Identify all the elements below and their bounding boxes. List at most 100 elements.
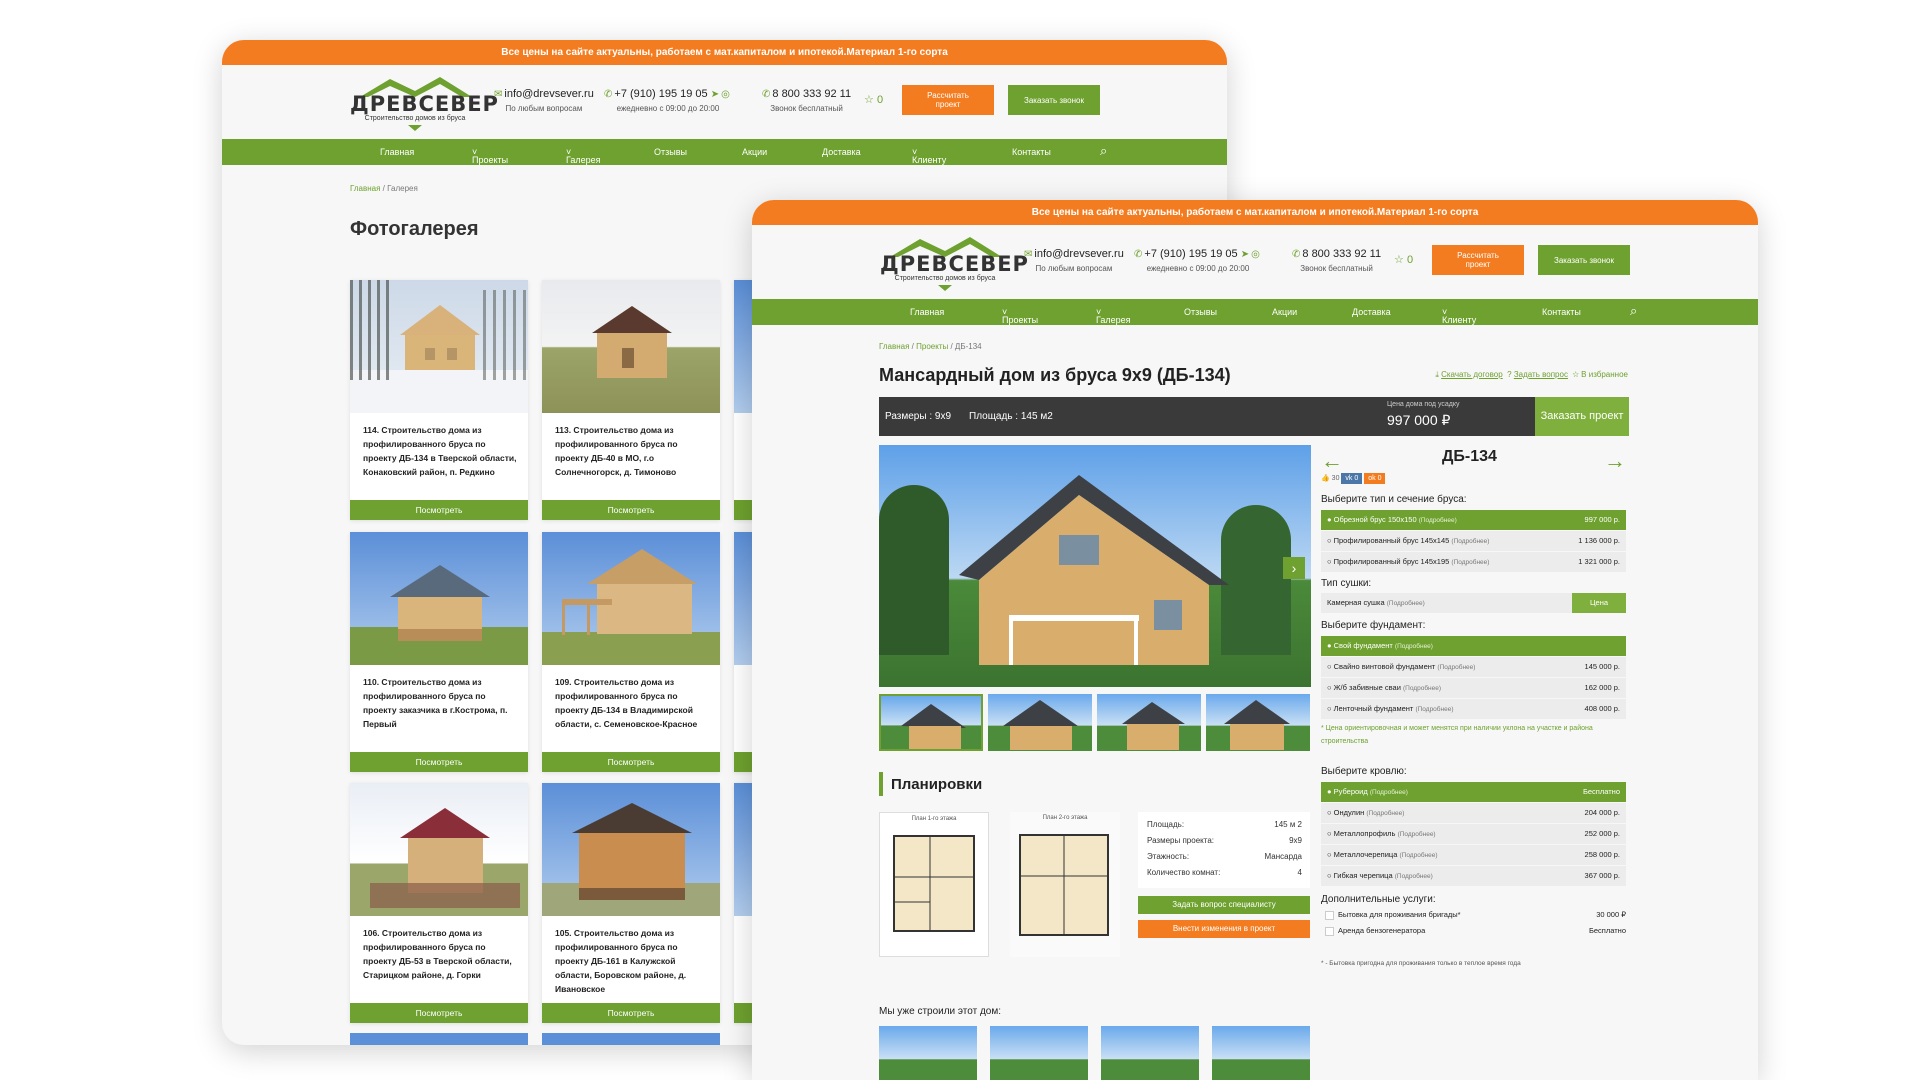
view-button[interactable]: Посмотреть [350, 500, 528, 520]
gallery-photo[interactable] [542, 280, 720, 413]
roof-option[interactable]: ○ Гибкая черепица (Подробнее) 367 000 р. [1321, 866, 1626, 886]
nav-item-promo[interactable]: Акции [1272, 307, 1297, 317]
nav-item-reviews[interactable]: Отзывы [654, 147, 687, 157]
nav-item-promo[interactable]: Акции [742, 147, 767, 157]
calc-project-button[interactable]: Рассчитать проект [1432, 245, 1524, 275]
dry-price-button[interactable]: Цена [1572, 593, 1626, 613]
favorites-counter[interactable]: ☆ 0 [1394, 253, 1413, 266]
roof-option[interactable]: ○ Ондулин (Подробнее) 204 000 р. [1321, 803, 1626, 823]
built-photo[interactable] [1101, 1026, 1199, 1080]
email-contact[interactable]: ✉ info@drevsever.ru По любым вопросам [494, 87, 594, 116]
view-button[interactable]: Посмотреть [350, 1003, 528, 1023]
photo-thumbnail[interactable] [1206, 694, 1310, 751]
nav-item-gallery[interactable]: Галерея ˅ [1096, 307, 1131, 325]
whatsapp-icon[interactable]: ◎ [1251, 249, 1260, 260]
order-project-button[interactable]: Заказать проект [1535, 397, 1629, 436]
nav-item-gallery[interactable]: Галерея ˅ [566, 147, 601, 165]
view-button[interactable]: Посмотреть [542, 500, 720, 520]
like-icon[interactable]: 👍 [1321, 475, 1330, 482]
built-photo[interactable] [879, 1026, 977, 1080]
gallery-card[interactable] [542, 1033, 720, 1045]
nav-item-home[interactable]: Главная [380, 147, 414, 157]
foundation-option[interactable]: ○ Ленточный фундамент (Подробнее) 408 000… [1321, 699, 1626, 719]
gallery-card[interactable]: 109. Строительство дома из профилированн… [542, 532, 720, 772]
gallery-card[interactable]: 106. Строительство дома из профилированн… [350, 783, 528, 1023]
gallery-photo[interactable] [542, 783, 720, 916]
ask-question-link[interactable]: Задать вопрос [1514, 370, 1568, 379]
ask-specialist-button[interactable]: Задать вопрос специалисту [1138, 896, 1310, 914]
built-photo[interactable] [1212, 1026, 1310, 1080]
site-logo[interactable]: ДРЕВСЕВЕР Строительство домов из бруса [350, 75, 498, 135]
request-changes-button[interactable]: Внести изменения в проект [1138, 920, 1310, 938]
checkbox[interactable] [1325, 926, 1334, 936]
nav-item-client[interactable]: Клиенту ˅ [912, 147, 946, 165]
dry-option[interactable]: Камерная сушка (Подробнее) Цена [1321, 593, 1626, 613]
download-contract-link[interactable]: Скачать договор [1441, 370, 1503, 379]
gallery-card[interactable]: 113. Строительство дома из профилированн… [542, 280, 720, 520]
gallery-card[interactable] [350, 1033, 528, 1045]
extra-option[interactable]: Аренда бензогенератора Бесплатно [1321, 926, 1626, 941]
telegram-icon[interactable]: ➤ [711, 89, 719, 100]
order-call-button[interactable]: Заказать звонок [1538, 245, 1630, 275]
ok-share-button[interactable]: ok 0 [1364, 473, 1386, 484]
foundation-option[interactable]: ○ Свайно винтовой фундамент (Подробнее) 1… [1321, 657, 1626, 677]
gallery-photo[interactable] [350, 532, 528, 665]
crumb-home[interactable]: Главная [350, 184, 380, 193]
search-icon[interactable]: ⌕ [1630, 303, 1637, 319]
nav-item-contacts[interactable]: Контакты [1012, 147, 1051, 157]
whatsapp-icon[interactable]: ◎ [721, 89, 730, 100]
phone1-contact[interactable]: ✆ +7 (910) 195 19 05 ➤ ◎ ежедневно с 09:00… [1134, 247, 1262, 276]
floor-plan-1[interactable]: План 1-го этажа [879, 812, 989, 957]
foundation-option[interactable]: ○ Ж/б забивные сваи (Подробнее) 162 000 р… [1321, 678, 1626, 698]
foundation-option[interactable]: ● Свой фундамент (Подробнее) [1321, 636, 1626, 656]
phone2-contact[interactable]: ✆ 8 800 333 92 11 Звонок бесплатный [1292, 247, 1381, 276]
view-button[interactable]: Посмотреть [542, 1003, 720, 1023]
nav-item-delivery[interactable]: Доставка [822, 147, 861, 157]
calc-project-button[interactable]: Рассчитать проект [902, 85, 994, 115]
nav-item-home[interactable]: Главная [910, 307, 944, 317]
nav-item-reviews[interactable]: Отзывы [1184, 307, 1217, 317]
search-icon[interactable]: ⌕ [1100, 143, 1107, 159]
add-favorite-link[interactable]: В избранное [1581, 370, 1628, 379]
beam-option[interactable]: ● Обрезной брус 150х150 (Подробнее) 997 0… [1321, 510, 1626, 530]
gallery-card[interactable]: 105. Строительство дома из профилированн… [542, 783, 720, 1023]
beam-option[interactable]: ○ Профилированный брус 145х145 (Подробне… [1321, 531, 1626, 551]
gallery-photo[interactable] [350, 783, 528, 916]
order-call-button[interactable]: Заказать звонок [1008, 85, 1100, 115]
nav-item-client[interactable]: Клиенту ˅ [1442, 307, 1476, 325]
gallery-card[interactable]: 114. Строительство дома из профилированн… [350, 280, 528, 520]
nav-item-projects[interactable]: Проекты ˅ [1002, 307, 1038, 325]
main-photo[interactable]: › [879, 445, 1311, 687]
telegram-icon[interactable]: ➤ [1241, 249, 1249, 260]
roof-option[interactable]: ○ Металлопрофиль (Подробнее) 252 000 р. [1321, 824, 1626, 844]
roof-option[interactable]: ● Рубероид (Подробнее) Бесплатно [1321, 782, 1626, 802]
checkbox[interactable] [1325, 910, 1334, 920]
view-button[interactable]: Посмотреть [350, 752, 528, 772]
floor-plan-2[interactable]: План 2-го этажа [1010, 812, 1120, 957]
gallery-photo[interactable] [542, 532, 720, 665]
roof-option[interactable]: ○ Металлочерепица (Подробнее) 258 000 р. [1321, 845, 1626, 865]
photo-thumbnail[interactable] [879, 694, 983, 751]
prev-project-arrow[interactable]: ← [1321, 448, 1343, 474]
photo-thumbnail[interactable] [1097, 694, 1201, 751]
crumb-projects[interactable]: Проекты [916, 342, 948, 351]
phone2-contact[interactable]: ✆ 8 800 333 92 11 Звонок бесплатный [762, 87, 851, 116]
built-photo[interactable] [990, 1026, 1088, 1080]
site-logo[interactable]: ДРЕВСЕВЕР Строительство домов из бруса [880, 235, 1028, 295]
crumb-home[interactable]: Главная [879, 342, 909, 351]
gallery-card[interactable]: 110. Строительство дома из профилированн… [350, 532, 528, 772]
next-photo-button[interactable]: › [1283, 557, 1305, 579]
gallery-photo[interactable] [350, 280, 528, 413]
photo-thumbnail[interactable] [988, 694, 1092, 751]
view-button[interactable]: Посмотреть [542, 752, 720, 772]
nav-item-delivery[interactable]: Доставка [1352, 307, 1391, 317]
nav-item-projects[interactable]: Проекты ˅ [472, 147, 508, 165]
extra-option[interactable]: Бытовка для проживания бригады* 30 000 ₽ [1321, 910, 1626, 925]
phone1-contact[interactable]: ✆ +7 (910) 195 19 05 ➤ ◎ ежедневно с 09:00… [604, 87, 732, 116]
vk-share-button[interactable]: vk 0 [1341, 473, 1363, 484]
favorites-counter[interactable]: ☆ 0 [864, 93, 883, 106]
email-contact[interactable]: ✉ info@drevsever.ru По любым вопросам [1024, 247, 1124, 276]
beam-option[interactable]: ○ Профилированный брус 145х195 (Подробне… [1321, 552, 1626, 572]
next-project-arrow[interactable]: → [1604, 448, 1626, 474]
nav-item-contacts[interactable]: Контакты [1542, 307, 1581, 317]
